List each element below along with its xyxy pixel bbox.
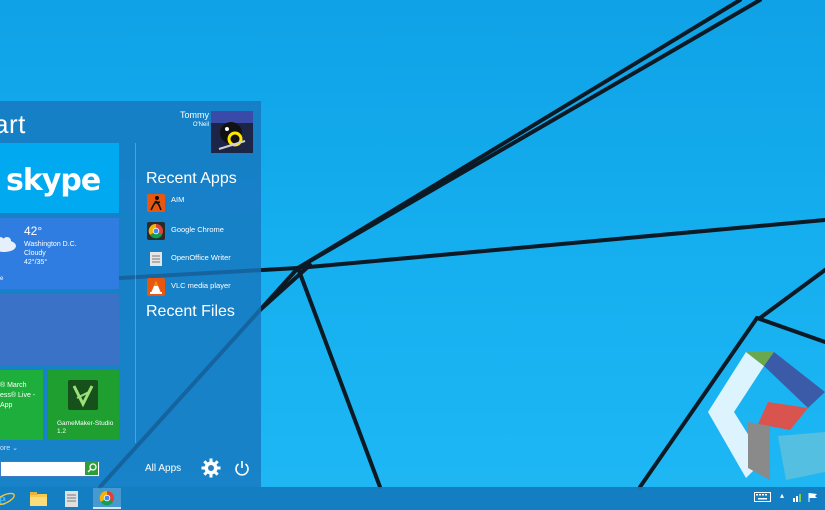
weather-condition: Cloudy	[24, 250, 46, 257]
news-line-1: ® March	[0, 382, 27, 389]
weather-tile[interactable]: 42° Washington D.C. Cloudy 42°/35° e	[0, 218, 119, 289]
recent-app-label: Google Chrome	[171, 225, 224, 234]
user-last-name: O'Neil	[192, 122, 209, 128]
search-icon	[87, 463, 97, 473]
recent-app-label: OpenOffice Writer	[171, 253, 231, 262]
openoffice-writer-icon	[147, 250, 165, 268]
flag-icon[interactable]	[808, 492, 818, 502]
svg-text:e: e	[0, 489, 6, 509]
show-hidden-icons[interactable]: ▴	[780, 491, 784, 500]
skype-logo: skype	[6, 163, 101, 198]
recent-app-vlc[interactable]: VLC media player	[147, 278, 257, 298]
gear-icon[interactable]	[201, 458, 221, 478]
recent-app-openoffice-writer[interactable]: OpenOffice Writer	[147, 250, 257, 270]
avatar[interactable]	[211, 111, 253, 153]
weather-footer: e	[0, 276, 4, 282]
desktop[interactable]: art Tommy O'Neil skype 42° Washington D.…	[0, 0, 825, 510]
vlc-icon	[147, 278, 165, 296]
chrome-taskbar-button[interactable]	[93, 488, 121, 509]
recent-app-label: VLC media player	[171, 281, 231, 290]
skype-tile[interactable]: skype	[0, 143, 119, 213]
start-menu: art Tommy O'Neil skype 42° Washington D.…	[0, 101, 261, 487]
recent-app-aim[interactable]: AIM	[147, 194, 257, 214]
network-icon[interactable]	[793, 492, 803, 502]
aim-icon	[147, 194, 165, 212]
chevron-down-icon: ⌄	[12, 445, 18, 452]
news-line-2: ess® Live -	[0, 392, 36, 399]
weather-temp: 42°	[24, 224, 43, 238]
user-name[interactable]: Tommy O'Neil	[180, 110, 209, 130]
gamemaker-icon	[68, 380, 98, 410]
file-explorer-icon[interactable]	[27, 488, 55, 509]
recent-app-label: AIM	[171, 195, 185, 204]
more-link[interactable]: ore ⌄	[0, 444, 18, 452]
recent-apps-title: Recent Apps	[146, 170, 237, 187]
news-line-3: App	[0, 402, 13, 409]
logo-watermark	[708, 352, 825, 480]
news-tile[interactable]: ® March ess® Live - App	[0, 370, 43, 440]
recent-app-chrome[interactable]: Google Chrome	[147, 222, 257, 242]
power-icon[interactable]	[234, 460, 250, 476]
gamemaker-name: GameMaker-Studio	[57, 420, 114, 427]
internet-explorer-icon[interactable]: e	[0, 488, 22, 509]
cloud-icon	[0, 237, 16, 252]
more-link-label: ore	[0, 445, 11, 452]
gamemaker-label: GameMaker-Studio 1.2	[57, 420, 113, 436]
search-button[interactable]	[85, 461, 98, 475]
user-first-name: Tommy	[180, 110, 209, 120]
chrome-icon	[147, 222, 165, 240]
notepad-icon[interactable]	[60, 488, 88, 509]
chrome-icon	[99, 490, 114, 506]
weather-range: 42°/35°	[24, 259, 48, 266]
recent-files-title: Recent Files	[146, 303, 235, 320]
all-apps-button[interactable]: All Apps	[145, 463, 181, 474]
weather-city: Washington D.C.	[24, 241, 77, 248]
keyboard-icon[interactable]	[754, 492, 771, 502]
column-divider	[135, 143, 136, 443]
start-title: art	[0, 109, 26, 139]
taskbar: e ▴	[0, 487, 825, 510]
gamemaker-version: 1.2	[57, 428, 67, 435]
gamemaker-tile[interactable]: GameMaker-Studio 1.2	[48, 370, 119, 440]
blank-tile[interactable]	[0, 294, 119, 365]
